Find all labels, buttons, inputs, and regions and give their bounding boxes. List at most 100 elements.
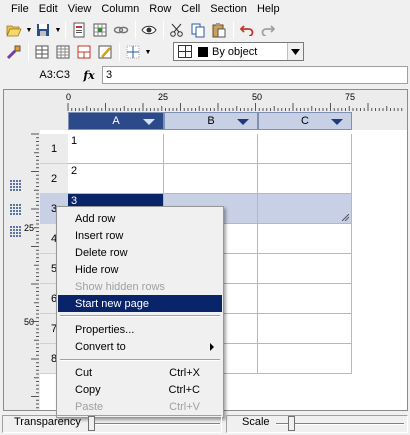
format-brush-icon[interactable] xyxy=(4,42,24,62)
menu-item-shortcut: Ctrl+C xyxy=(168,383,200,396)
save-icon[interactable] xyxy=(33,20,53,40)
table-layout-icon[interactable] xyxy=(32,42,52,62)
scale-slider-track[interactable] xyxy=(276,423,404,425)
formula-bar: A3:C3 fx 3 xyxy=(0,64,410,86)
column-label: B xyxy=(207,115,215,127)
paste-icon[interactable] xyxy=(209,20,229,40)
row-header[interactable]: 1 xyxy=(40,134,68,164)
column-grid-icon[interactable] xyxy=(10,180,22,192)
transparency-label: Transparency xyxy=(14,416,81,428)
redo-icon[interactable] xyxy=(258,20,278,40)
cell-c1[interactable] xyxy=(258,134,352,164)
menu-item-label: Insert row xyxy=(75,229,124,242)
formula-input[interactable]: 3 xyxy=(102,66,408,84)
column-label: A xyxy=(112,115,120,127)
column-label: C xyxy=(301,115,309,127)
menu-edit[interactable]: Edit xyxy=(34,0,63,18)
cell-a2[interactable]: 2 xyxy=(68,164,164,194)
column-header-c[interactable]: C xyxy=(258,112,352,130)
vertical-ruler: 25 50 xyxy=(4,112,40,410)
borders-icon[interactable] xyxy=(123,42,143,62)
menu-item-label: Add row xyxy=(75,212,116,225)
cell-c3[interactable] xyxy=(258,194,352,224)
menu-item-convert-to[interactable]: Convert to xyxy=(58,338,222,355)
transparency-slider-thumb[interactable] xyxy=(88,416,95,431)
menu-item-label: Copy xyxy=(75,383,101,396)
toolbar-separator xyxy=(233,21,234,39)
chevron-down-icon[interactable] xyxy=(287,43,303,60)
menu-item-insert-row[interactable]: Insert row xyxy=(58,227,222,244)
menu-item-label: Convert to xyxy=(75,340,126,353)
menu-item-shortcut: Ctrl+X xyxy=(169,366,200,379)
menu-bar: File Edit View Column Row Cell Section H… xyxy=(0,0,410,18)
scale-slider-thumb[interactable] xyxy=(288,416,295,431)
borders-dropdown-arrow-icon[interactable]: ▼ xyxy=(144,42,152,62)
menu-row[interactable]: Row xyxy=(144,0,176,18)
open-folder-icon[interactable] xyxy=(4,20,24,40)
context-menu: Add row Insert row Delete row Hide row S… xyxy=(56,206,224,418)
save-dropdown-arrow-icon[interactable]: ▼ xyxy=(54,20,62,40)
toolbar-separator xyxy=(119,43,120,61)
menu-item-properties[interactable]: Properties... xyxy=(58,321,222,338)
cell-c6[interactable] xyxy=(258,284,352,314)
cell-b1[interactable] xyxy=(164,134,258,164)
edit-table-icon[interactable] xyxy=(95,42,115,62)
cut-scissors-icon[interactable] xyxy=(167,20,187,40)
menu-file[interactable]: File xyxy=(6,0,34,18)
row-grid-icon[interactable] xyxy=(10,204,22,216)
menu-item-start-new-page[interactable]: Start new page xyxy=(58,295,222,312)
border-grid-icon xyxy=(178,45,192,58)
transparency-slider-track[interactable] xyxy=(88,423,220,425)
cell-a1[interactable]: 1 xyxy=(68,134,164,164)
row-header[interactable]: 2 xyxy=(40,164,68,194)
cell-grid-icon[interactable] xyxy=(10,226,22,238)
horizontal-ruler-ticks xyxy=(67,103,403,111)
menu-item-delete-row[interactable]: Delete row xyxy=(58,244,222,261)
menu-section[interactable]: Section xyxy=(205,0,252,18)
cell-c8[interactable] xyxy=(258,344,352,374)
menu-item-hide-row[interactable]: Hide row xyxy=(58,261,222,278)
open-dropdown-arrow-icon[interactable]: ▼ xyxy=(25,20,33,40)
toolbar-separator xyxy=(135,21,136,39)
menu-item-copy[interactable]: Copy Ctrl+C xyxy=(58,381,222,398)
menu-item-shortcut: Ctrl+V xyxy=(169,400,200,413)
cell-b2[interactable] xyxy=(164,164,258,194)
menu-view[interactable]: View xyxy=(63,0,97,18)
column-dropdown-arrow-icon[interactable] xyxy=(331,119,343,125)
toolbar-separator xyxy=(65,21,66,39)
cell-c2[interactable] xyxy=(258,164,352,194)
cell-c7[interactable] xyxy=(258,314,352,344)
menu-item-add-row[interactable]: Add row xyxy=(58,210,222,227)
report-icon[interactable] xyxy=(69,20,89,40)
main-toolbar: ▼ ▼ xyxy=(0,19,410,41)
cell-c5[interactable] xyxy=(258,254,352,284)
menu-help[interactable]: Help xyxy=(252,0,285,18)
menu-cell[interactable]: Cell xyxy=(176,0,205,18)
table-grid-icon[interactable] xyxy=(53,42,73,62)
horizontal-ruler: 0 25 50 75 xyxy=(4,90,407,112)
column-dropdown-arrow-icon[interactable] xyxy=(237,119,249,125)
toolbar-separator xyxy=(163,21,164,39)
link-icon[interactable] xyxy=(111,20,131,40)
undo-icon[interactable] xyxy=(237,20,257,40)
color-swatch xyxy=(198,46,208,57)
table-merge-icon[interactable] xyxy=(74,42,94,62)
menu-item-cut[interactable]: Cut Ctrl+X xyxy=(58,364,222,381)
menu-column[interactable]: Column xyxy=(96,0,144,18)
submenu-arrow-icon xyxy=(210,343,214,351)
copy-icon[interactable] xyxy=(188,20,208,40)
toolbar-separator xyxy=(28,43,29,61)
menu-item-label: Properties... xyxy=(75,323,135,336)
status-bar: Transparency Scale xyxy=(0,413,410,435)
column-header-b[interactable]: B xyxy=(164,112,258,130)
border-style-select[interactable]: By object xyxy=(173,42,304,61)
border-style-value: By object xyxy=(212,45,258,58)
fx-icon[interactable]: fx xyxy=(78,69,100,82)
preview-eye-icon[interactable] xyxy=(139,20,159,40)
column-header-a[interactable]: A xyxy=(68,112,164,130)
resize-grip-icon[interactable] xyxy=(342,214,349,221)
cell-c4[interactable] xyxy=(258,224,352,254)
menu-item-show-hidden-rows: Show hidden rows xyxy=(58,278,222,295)
spreadsheet-icon[interactable] xyxy=(90,20,110,40)
column-dropdown-arrow-icon[interactable] xyxy=(143,119,155,125)
